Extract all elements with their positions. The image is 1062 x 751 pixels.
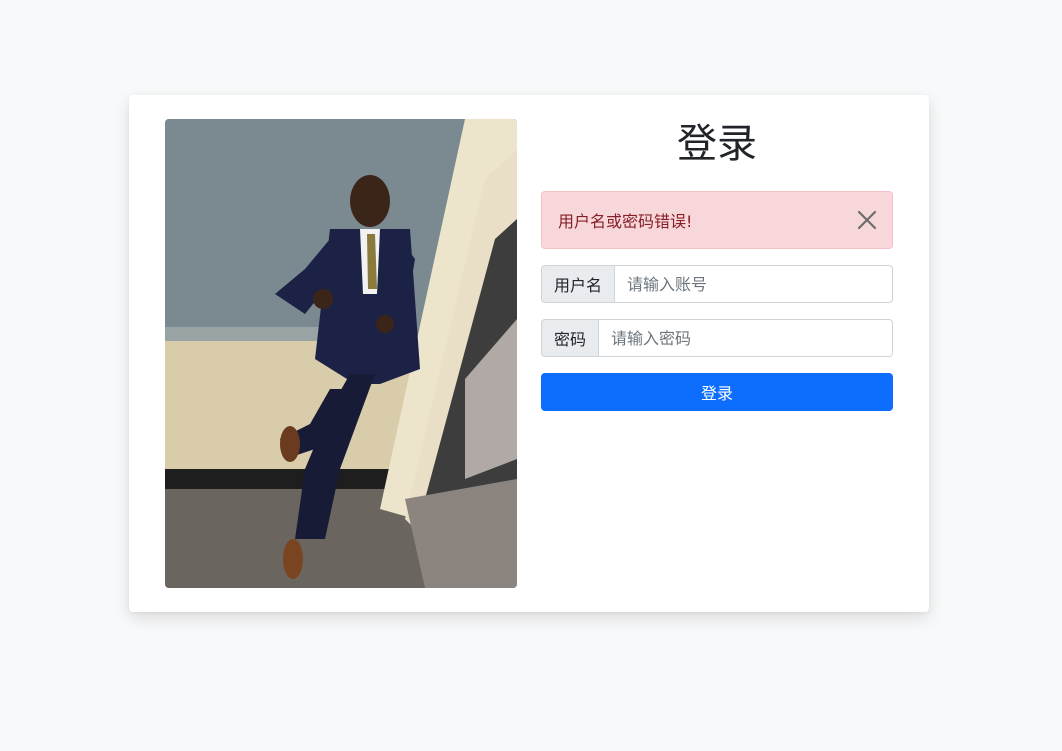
page-title: 登录 [677,121,757,167]
close-icon[interactable] [856,209,878,231]
password-input[interactable] [598,319,893,357]
error-alert: 用户名或密码错误! [541,191,893,249]
username-input[interactable] [614,265,893,303]
password-group: 密码 [541,319,893,357]
username-label: 用户名 [541,265,615,303]
login-card: 登录 用户名或密码错误! 用户名 密码 登录 [129,95,929,612]
password-label: 密码 [541,319,599,357]
login-form: 登录 用户名或密码错误! 用户名 密码 登录 [541,119,893,411]
error-message: 用户名或密码错误! [558,212,693,231]
profile-photo [165,119,517,588]
login-button[interactable]: 登录 [541,373,893,411]
username-group: 用户名 [541,265,893,303]
